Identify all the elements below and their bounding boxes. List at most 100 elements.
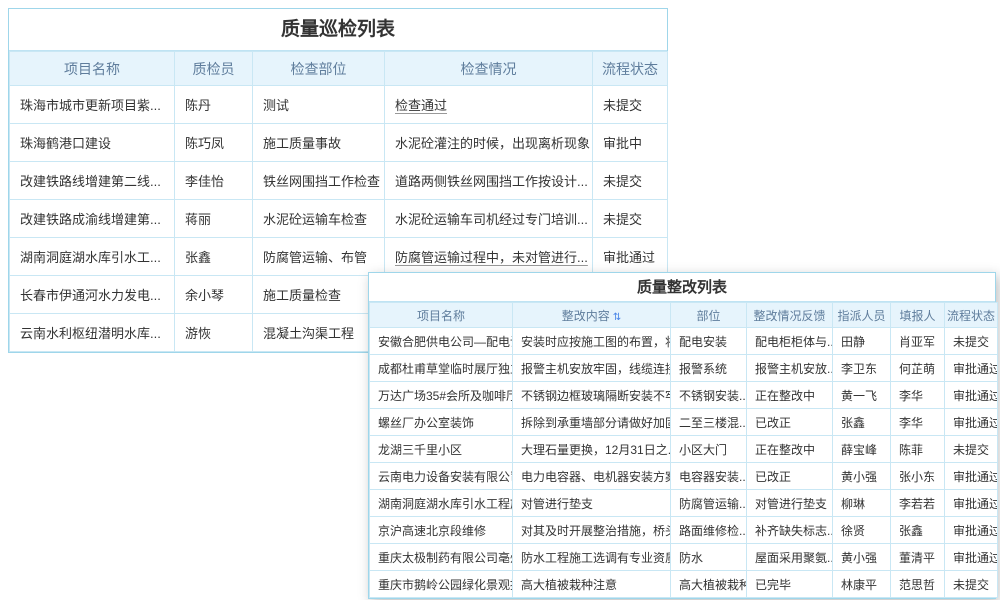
table-cell: 张鑫 bbox=[833, 409, 891, 436]
table-cell: 报警主机安放牢固，线缆连接... bbox=[513, 355, 671, 382]
project-link-cell[interactable]: 云南电力设备安装有限公司20... bbox=[370, 463, 513, 490]
table-cell: 李华 bbox=[891, 382, 945, 409]
table-cell: 水泥砼灌注的时候，出现离析现象 bbox=[385, 124, 593, 162]
table-cell: 施工质量检查 bbox=[253, 276, 385, 314]
table-cell: 蒋丽 bbox=[175, 200, 253, 238]
column-header-inspector: 质检员 bbox=[175, 52, 253, 86]
project-link-cell[interactable]: 云南水利枢纽潜明水库... bbox=[10, 314, 175, 352]
table-cell: 张鑫 bbox=[891, 517, 945, 544]
table-cell: 审批通过 bbox=[945, 463, 998, 490]
table-cell: 未提交 bbox=[945, 436, 998, 463]
table-cell: 审批通过 bbox=[945, 544, 998, 571]
table-cell: 薛宝峰 bbox=[833, 436, 891, 463]
table-cell: 张小东 bbox=[891, 463, 945, 490]
project-link-cell[interactable]: 安徽合肥供电公司—配电设备... bbox=[370, 328, 513, 355]
column-header-assignee: 指派人员 bbox=[833, 303, 891, 328]
table-cell: 未提交 bbox=[593, 200, 668, 238]
table-cell: 报警系统 bbox=[671, 355, 747, 382]
table-cell: 董清平 bbox=[891, 544, 945, 571]
table-row: 成都杜甫草堂临时展厅独立展...报警主机安放牢固，线缆连接...报警系统报警主机… bbox=[370, 355, 998, 382]
table-cell: 配电柜柜体与... bbox=[747, 328, 833, 355]
inspection-table-title: 质量巡检列表 bbox=[9, 9, 667, 51]
table-row: 湖南洞庭湖水库引水工程施工1标对管进行垫支防腐管运输...对管进行垫支柳琳李若若… bbox=[370, 490, 998, 517]
table-cell: 未提交 bbox=[945, 571, 998, 598]
table-row: 重庆市鹅岭公园绿化景观提升...高大植被栽种注意高大植被栽种已完毕林康平范思哲未… bbox=[370, 571, 998, 598]
table-cell: 审批通过 bbox=[945, 517, 998, 544]
table-cell: 电力电容器、电机器安装方案,... bbox=[513, 463, 671, 490]
rectification-table-body: 安徽合肥供电公司—配电设备...安装时应按施工图的布置，将...配电安装配电柜柜… bbox=[370, 328, 998, 598]
table-cell: 安装时应按施工图的布置，将... bbox=[513, 328, 671, 355]
table-cell: 李华 bbox=[891, 409, 945, 436]
table-cell: 防水工程施工选调有专业资质... bbox=[513, 544, 671, 571]
table-cell: 余小琴 bbox=[175, 276, 253, 314]
table-cell: 小区大门 bbox=[671, 436, 747, 463]
table-cell: 张鑫 bbox=[175, 238, 253, 276]
table-cell: 黄小强 bbox=[833, 463, 891, 490]
table-cell: 田静 bbox=[833, 328, 891, 355]
project-link-cell[interactable]: 重庆太极制药有限公司亳州H... bbox=[370, 544, 513, 571]
column-header-status: 流程状态 bbox=[593, 52, 668, 86]
column-header-content-label: 整改内容 bbox=[562, 309, 610, 323]
rectification-list-panel: 质量整改列表 项目名称 整改内容⇅ 部位 整改情况反馈 指派人员 填报人 流程状… bbox=[368, 272, 996, 599]
table-cell: 柳琳 bbox=[833, 490, 891, 517]
project-link-cell[interactable]: 改建铁路线增建第二线... bbox=[10, 162, 175, 200]
table-row: 龙湖三千里小区大理石量更换，12月31日之...小区大门正在整改中薛宝峰陈菲未提… bbox=[370, 436, 998, 463]
table-cell: 已改正 bbox=[747, 463, 833, 490]
table-row: 京沪高速北京段维修对其及时开展整治措施，桥头...路面维修检...补齐缺失标志.… bbox=[370, 517, 998, 544]
table-row: 改建铁路成渝线增建第...蒋丽水泥砼运输车检查水泥砼运输车司机经过专门培训...… bbox=[10, 200, 668, 238]
table-row: 重庆太极制药有限公司亳州H...防水工程施工选调有专业资质...防水屋面采用聚氨… bbox=[370, 544, 998, 571]
table-cell: 黄一飞 bbox=[833, 382, 891, 409]
rectification-header-row: 项目名称 整改内容⇅ 部位 整改情况反馈 指派人员 填报人 流程状态 bbox=[370, 303, 998, 328]
column-header-part: 部位 bbox=[671, 303, 747, 328]
table-cell: 黄小强 bbox=[833, 544, 891, 571]
project-link-cell[interactable]: 湖南洞庭湖水库引水工... bbox=[10, 238, 175, 276]
project-link-cell[interactable]: 重庆市鹅岭公园绿化景观提升... bbox=[370, 571, 513, 598]
table-cell: 路面维修检... bbox=[671, 517, 747, 544]
table-row: 珠海鹤港口建设陈巧凤施工质量事故水泥砼灌注的时候，出现离析现象审批中 bbox=[10, 124, 668, 162]
table-cell: 陈巧凤 bbox=[175, 124, 253, 162]
table-cell: 高大植被栽种 bbox=[671, 571, 747, 598]
table-cell: 审批中 bbox=[593, 124, 668, 162]
table-cell: 电容器安装... bbox=[671, 463, 747, 490]
project-link-cell[interactable]: 龙湖三千里小区 bbox=[370, 436, 513, 463]
sort-icon[interactable]: ⇅ bbox=[613, 312, 621, 323]
table-cell: 补齐缺失标志... bbox=[747, 517, 833, 544]
inspection-header-row: 项目名称 质检员 检查部位 检查情况 流程状态 bbox=[10, 52, 668, 86]
table-row: 万达广场35#会所及咖啡厅空...不锈钢边框玻璃隔断安装不牢...不锈钢安装..… bbox=[370, 382, 998, 409]
table-cell: 林康平 bbox=[833, 571, 891, 598]
table-cell: 屋面采用聚氨... bbox=[747, 544, 833, 571]
table-cell: 未提交 bbox=[593, 86, 668, 124]
table-cell: 李佳怡 bbox=[175, 162, 253, 200]
column-header-reporter: 填报人 bbox=[891, 303, 945, 328]
column-header-feedback: 整改情况反馈 bbox=[747, 303, 833, 328]
table-cell: 对管进行垫支 bbox=[747, 490, 833, 517]
table-cell: 肖亚军 bbox=[891, 328, 945, 355]
project-link-cell[interactable]: 螺丝厂办公室装饰 bbox=[370, 409, 513, 436]
table-cell: 已改正 bbox=[747, 409, 833, 436]
table-cell: 不锈钢边框玻璃隔断安装不牢... bbox=[513, 382, 671, 409]
table-row: 螺丝厂办公室装饰拆除到承重墙部分请做好加固...二至三楼混...已改正张鑫李华审… bbox=[370, 409, 998, 436]
project-link-cell[interactable]: 改建铁路成渝线增建第... bbox=[10, 200, 175, 238]
project-link-cell[interactable]: 珠海鹤港口建设 bbox=[10, 124, 175, 162]
table-row: 湖南洞庭湖水库引水工...张鑫防腐管运输、布管防腐管运输过程中，未对管进行...… bbox=[10, 238, 668, 276]
table-cell: 对其及时开展整治措施，桥头... bbox=[513, 517, 671, 544]
table-cell: 审批通过 bbox=[593, 238, 668, 276]
rectification-table-title: 质量整改列表 bbox=[369, 273, 995, 302]
project-link-cell[interactable]: 成都杜甫草堂临时展厅独立展... bbox=[370, 355, 513, 382]
table-cell: 审批通过 bbox=[945, 409, 998, 436]
table-cell: 报警主机安放... bbox=[747, 355, 833, 382]
project-link-cell[interactable]: 长春市伊通河水力发电... bbox=[10, 276, 175, 314]
table-row: 改建铁路线增建第二线...李佳怡铁丝网围挡工作检查道路两侧铁丝网围挡工作按设计.… bbox=[10, 162, 668, 200]
table-cell: 审批通过 bbox=[945, 490, 998, 517]
table-cell: 防水 bbox=[671, 544, 747, 571]
table-cell: 游恢 bbox=[175, 314, 253, 352]
table-cell: 道路两侧铁丝网围挡工作按设计... bbox=[385, 162, 593, 200]
project-link-cell[interactable]: 万达广场35#会所及咖啡厅空... bbox=[370, 382, 513, 409]
table-cell: 混凝土沟渠工程 bbox=[253, 314, 385, 352]
table-cell: 防腐管运输过程中，未对管进行... bbox=[385, 238, 593, 276]
project-link-cell[interactable]: 湖南洞庭湖水库引水工程施工1标 bbox=[370, 490, 513, 517]
table-cell: 李卫东 bbox=[833, 355, 891, 382]
project-link-cell[interactable]: 京沪高速北京段维修 bbox=[370, 517, 513, 544]
table-cell: 高大植被栽种注意 bbox=[513, 571, 671, 598]
project-link-cell[interactable]: 珠海市城市更新项目紫... bbox=[10, 86, 175, 124]
